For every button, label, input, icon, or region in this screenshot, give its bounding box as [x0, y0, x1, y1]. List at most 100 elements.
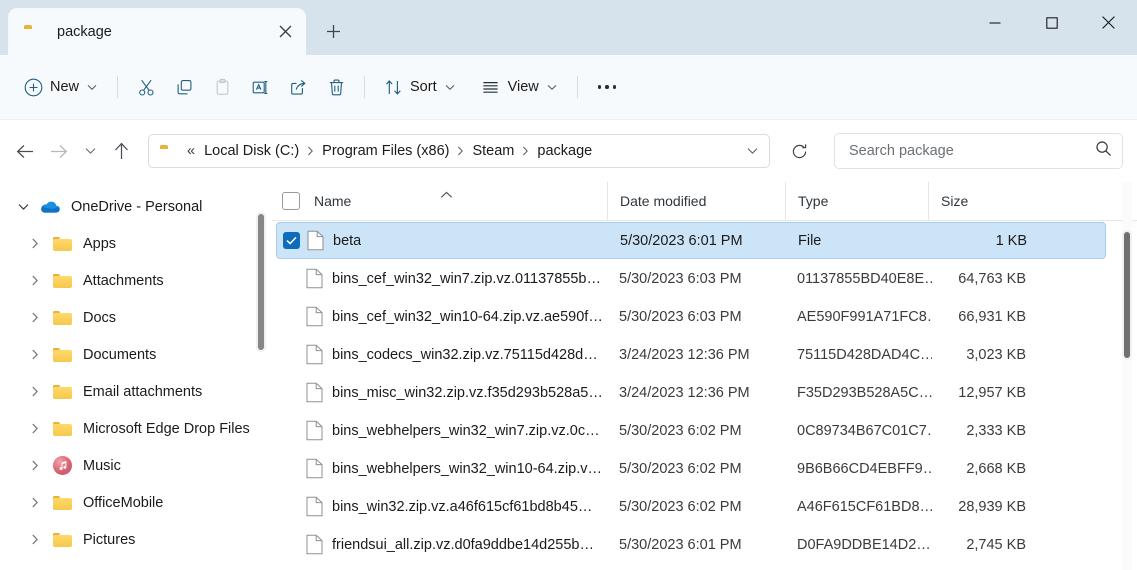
- chevron-down-icon: [445, 84, 455, 91]
- search-box[interactable]: [834, 133, 1123, 169]
- sidebar-item-email-attachments[interactable]: Email attachments: [6, 373, 262, 410]
- sidebar-item-attachments[interactable]: Attachments: [6, 262, 262, 299]
- address-bar[interactable]: « Local Disk (C:) Program Files (x86) St…: [148, 134, 770, 168]
- breadcrumb-separator-icon[interactable]: [302, 146, 319, 156]
- cell-size: 64,763 KB: [958, 270, 1026, 287]
- chevron-right-icon[interactable]: [24, 492, 46, 514]
- row-checkbox[interactable]: [283, 232, 300, 249]
- delete-button[interactable]: [317, 69, 355, 105]
- close-tab-icon[interactable]: [270, 17, 300, 47]
- cell-size: 66,931 KB: [958, 308, 1026, 325]
- sidebar-item-officemobile[interactable]: OfficeMobile: [6, 484, 262, 521]
- new-tab-button[interactable]: [314, 12, 352, 50]
- cut-button[interactable]: [127, 69, 165, 105]
- table-row[interactable]: bins_codecs_win32.zip.vz.75115d428d… 3/2…: [276, 336, 1106, 373]
- chevron-right-icon[interactable]: [24, 344, 46, 366]
- table-row[interactable]: bins_cef_win32_win7.zip.vz.01137855b… 5/…: [276, 260, 1106, 297]
- sidebar-item-label: Docs: [83, 309, 117, 326]
- cell-type: AE590F991A71FC8…: [797, 308, 932, 325]
- new-button[interactable]: New: [14, 69, 108, 105]
- cell-name: bins_win32.zip.vz.a46f615cf61bd8b45…: [276, 496, 611, 517]
- breadcrumb-item-2[interactable]: Steam: [469, 141, 517, 161]
- row-checkbox[interactable]: [282, 422, 299, 439]
- sidebar-item-documents[interactable]: Documents: [6, 336, 262, 373]
- sidebar-item-music[interactable]: Music: [6, 447, 262, 484]
- file-name: bins_misc_win32.zip.vz.f35d293b528a5…: [332, 384, 603, 401]
- chevron-right-icon[interactable]: [24, 529, 46, 551]
- forward-button[interactable]: [42, 134, 76, 168]
- table-row[interactable]: beta 5/30/2023 6:01 PM File 1 KB: [276, 222, 1106, 259]
- sidebar-item-onedrive-personal[interactable]: OneDrive - Personal: [6, 188, 262, 225]
- ellipsis-dot: [605, 85, 609, 89]
- breadcrumb-item-3[interactable]: package: [534, 141, 595, 161]
- file-list-scrollbar[interactable]: [1122, 230, 1132, 360]
- column-header-name[interactable]: Name: [272, 182, 607, 220]
- search-input[interactable]: [849, 143, 1095, 159]
- row-checkbox[interactable]: [282, 384, 299, 401]
- cell-name: friendsui_all.zip.vz.d0fa9ddbe14d255b…: [276, 534, 611, 555]
- search-icon[interactable]: [1095, 140, 1112, 162]
- chevron-down-icon[interactable]: [12, 196, 34, 218]
- sort-button[interactable]: Sort: [374, 69, 466, 105]
- see-more-button[interactable]: [587, 69, 627, 105]
- table-row[interactable]: bins_cef_win32_win10-64.zip.vz.ae590f… 5…: [276, 298, 1106, 335]
- file-list-scrollbar-thumb[interactable]: [1124, 232, 1130, 358]
- row-checkbox[interactable]: [282, 536, 299, 553]
- rename-button[interactable]: [241, 69, 279, 105]
- table-row[interactable]: bins_webhelpers_win32_win7.zip.vz.0c… 5/…: [276, 412, 1106, 449]
- table-row[interactable]: friendsui_all.zip.vz.d0fa9ddbe14d255b… 5…: [276, 526, 1106, 563]
- table-row[interactable]: bins_misc_win32.zip.vz.f35d293b528a5… 3/…: [276, 374, 1106, 411]
- share-button[interactable]: [279, 69, 317, 105]
- column-header-size[interactable]: Size: [928, 182, 1030, 220]
- select-all-checkbox[interactable]: [282, 192, 300, 210]
- table-row[interactable]: bins_webhelpers_win32_win10-64.zip.v… 5/…: [276, 450, 1106, 487]
- refresh-button[interactable]: [782, 134, 816, 168]
- breadcrumb-item-1[interactable]: Program Files (x86): [319, 141, 452, 161]
- view-list-icon: [481, 77, 501, 97]
- table-row[interactable]: bins_win32.zip.vz.a46f615cf61bd8b45… 5/3…: [276, 488, 1106, 525]
- sort-icon: [383, 77, 403, 97]
- address-overflow-chevron[interactable]: «: [187, 143, 195, 159]
- sidebar-scrollbar-thumb[interactable]: [258, 214, 264, 350]
- maximize-button[interactable]: [1023, 0, 1080, 45]
- folder-icon: [52, 493, 72, 513]
- row-checkbox[interactable]: [282, 308, 299, 325]
- file-icon: [307, 230, 324, 251]
- chevron-right-icon[interactable]: [24, 418, 46, 440]
- row-checkbox[interactable]: [282, 460, 299, 477]
- chevron-down-icon: [87, 84, 97, 91]
- chevron-right-icon[interactable]: [24, 233, 46, 255]
- breadcrumb-separator-icon[interactable]: [452, 146, 469, 156]
- paste-button[interactable]: [203, 69, 241, 105]
- breadcrumb-separator-icon[interactable]: [517, 146, 534, 156]
- up-button[interactable]: [104, 134, 138, 168]
- chevron-right-icon[interactable]: [24, 270, 46, 292]
- folder-icon: [52, 530, 72, 550]
- sidebar-item-label: OneDrive - Personal: [71, 198, 203, 215]
- sidebar-scrollbar[interactable]: [256, 212, 266, 352]
- chevron-right-icon[interactable]: [24, 307, 46, 329]
- sidebar-item-microsoft-edge-drop-files[interactable]: Microsoft Edge Drop Files: [6, 410, 262, 447]
- address-dropdown-icon[interactable]: [739, 137, 765, 165]
- recent-locations-button[interactable]: [76, 134, 104, 168]
- tab-package[interactable]: package: [8, 8, 306, 55]
- column-header-type[interactable]: Type: [785, 182, 928, 220]
- sidebar-item-pictures[interactable]: Pictures: [6, 521, 262, 558]
- sort-ascending-icon: [440, 186, 453, 202]
- row-checkbox[interactable]: [282, 346, 299, 363]
- row-checkbox[interactable]: [282, 498, 299, 515]
- chevron-right-icon[interactable]: [24, 381, 46, 403]
- column-header-date-modified[interactable]: Date modified: [607, 182, 785, 220]
- sidebar-item-apps[interactable]: Apps: [6, 225, 262, 262]
- view-button[interactable]: View: [472, 69, 568, 105]
- sidebar-item-docs[interactable]: Docs: [6, 299, 262, 336]
- row-checkbox[interactable]: [282, 270, 299, 287]
- chevron-right-icon[interactable]: [24, 455, 46, 477]
- minimize-button[interactable]: [966, 0, 1023, 45]
- breadcrumb-item-0[interactable]: Local Disk (C:): [201, 141, 302, 161]
- close-button[interactable]: [1080, 0, 1137, 45]
- copy-button[interactable]: [165, 69, 203, 105]
- cell-name: bins_webhelpers_win32_win7.zip.vz.0c…: [276, 420, 611, 441]
- file-icon: [306, 344, 323, 365]
- back-button[interactable]: [8, 134, 42, 168]
